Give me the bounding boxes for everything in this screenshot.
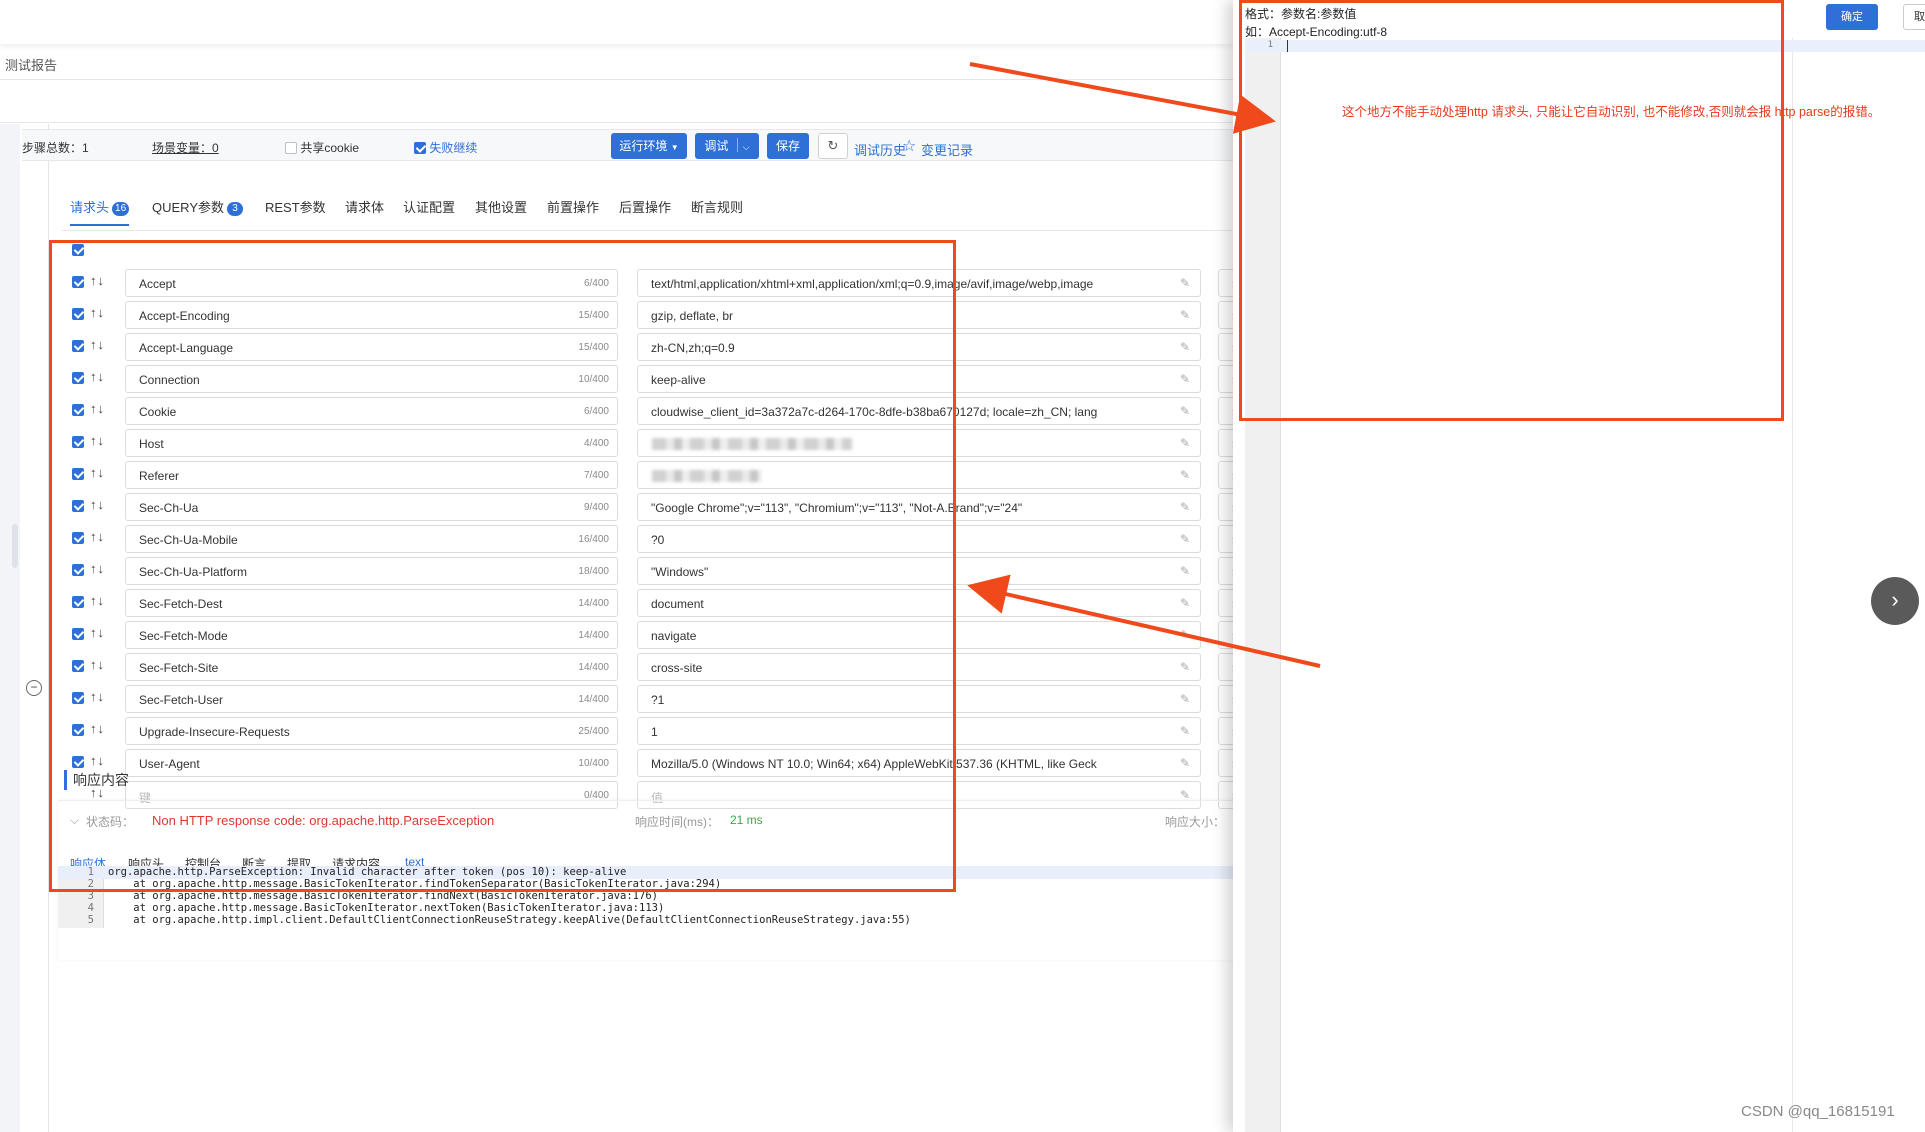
arrow-to-headers — [967, 574, 1321, 668]
arrow-to-dialog — [969, 62, 1276, 134]
watermark: CSDN @qq_16815191 — [1741, 1103, 1895, 1120]
next-chevron-button[interactable]: › — [1871, 577, 1919, 625]
annotation-arrows — [967, 62, 1321, 668]
chevron-right-icon: › — [1891, 587, 1899, 612]
